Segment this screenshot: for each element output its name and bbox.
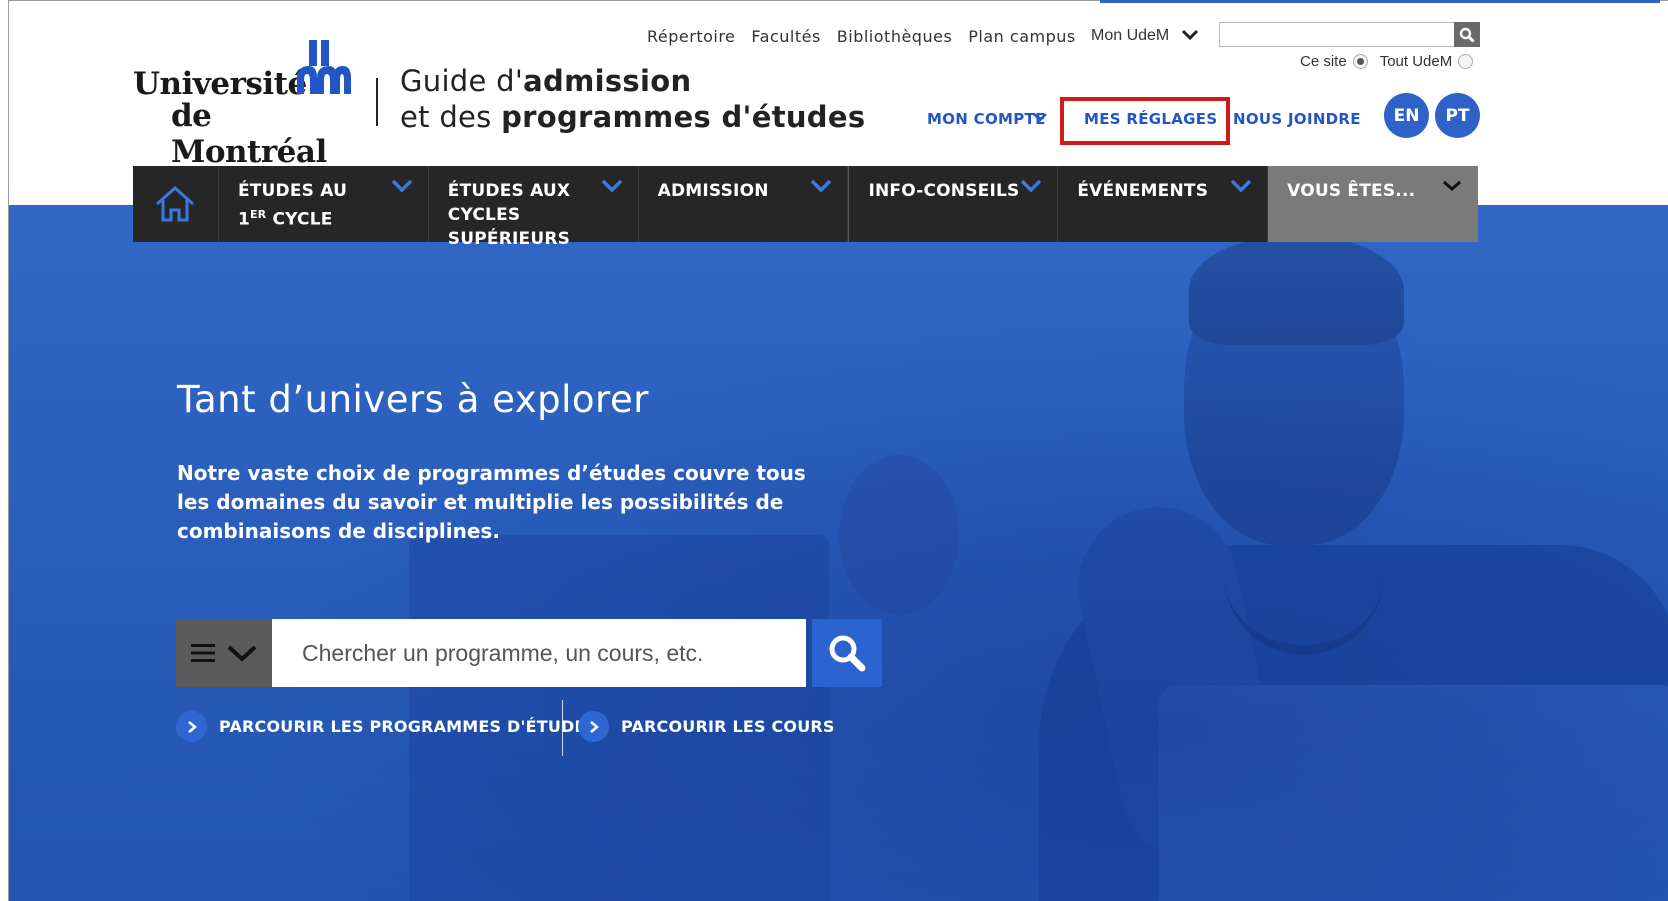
nav-label-sup: ER xyxy=(249,208,267,221)
link-facultes[interactable]: Facultés xyxy=(751,27,820,46)
browse-programs-link[interactable]: PARCOURIR LES PROGRAMMES D'ÉTUDES xyxy=(176,711,597,742)
site-title-part: Guide d' xyxy=(400,64,524,98)
chevron-down-icon xyxy=(227,645,257,662)
top-accent-strip xyxy=(1100,0,1660,3)
udem-logo[interactable]: Université de Montréal xyxy=(133,38,363,170)
nav-label: 1ER CYCLE xyxy=(238,203,428,232)
search-scope: Ce site Tout UdeM xyxy=(1300,53,1474,70)
udem-emblem-icon xyxy=(297,40,351,94)
chevron-down-icon xyxy=(601,179,622,193)
hero-description: Notre vaste choix de programmes d’études… xyxy=(177,461,806,543)
search-filter-menu-button[interactable] xyxy=(176,619,272,687)
mon-udem-menu[interactable]: Mon UdeM xyxy=(1091,27,1169,45)
chevron-down-icon xyxy=(1443,180,1461,191)
logo-line2: de Montréal xyxy=(171,98,327,170)
link-bibliotheques[interactable]: Bibliothèques xyxy=(837,27,953,46)
home-button[interactable] xyxy=(133,166,219,242)
home-icon xyxy=(156,185,195,222)
chevron-down-icon xyxy=(811,179,832,193)
nav-etudes-cycles-superieurs[interactable]: ÉTUDES AUX CYCLES SUPÉRIEURS xyxy=(429,166,639,249)
chevron-right-icon xyxy=(176,711,207,742)
logo-line1: Université xyxy=(133,66,307,102)
chevron-down-icon xyxy=(391,179,413,193)
scope-radio-udem[interactable] xyxy=(1458,54,1474,69)
program-search-input[interactable] xyxy=(272,619,806,687)
search-icon xyxy=(829,635,866,672)
program-search-bar xyxy=(176,619,882,687)
nav-label: CYCLES SUPÉRIEURS xyxy=(447,205,571,249)
nav-info-conseils[interactable]: INFO-CONSEILS xyxy=(848,166,1059,242)
hero-gradient xyxy=(9,205,1668,901)
browse-courses-link[interactable]: PARCOURIR LES COURS xyxy=(578,711,835,742)
site-search-button[interactable] xyxy=(1454,22,1480,47)
site-title-bold: admission xyxy=(523,64,692,98)
utility-links: Répertoire Facultés Bibliothèques Plan c… xyxy=(647,27,1076,46)
site-title[interactable]: Guide d'admission et des programmes d'ét… xyxy=(400,63,865,135)
nav-vous-etes[interactable]: VOUS ÊTES... xyxy=(1268,166,1478,242)
chevron-down-icon[interactable] xyxy=(1031,110,1049,126)
site-title-bold: programmes d'études xyxy=(501,100,866,134)
nav-etudes-1er-cycle[interactable]: ÉTUDES AU 1ER CYCLE xyxy=(219,166,429,242)
nav-label-part: 1 xyxy=(237,209,250,230)
lang-pt-button[interactable]: PT xyxy=(1435,93,1480,138)
header-separator xyxy=(376,78,378,126)
scope-radio-site[interactable] xyxy=(1352,54,1368,69)
browse-courses-label: PARCOURIR LES COURS xyxy=(621,717,835,736)
lang-en-button[interactable]: EN xyxy=(1384,93,1429,138)
scope-label-udem: Tout UdeM xyxy=(1379,53,1453,70)
chevron-down-icon xyxy=(1021,179,1042,193)
search-icon xyxy=(1459,27,1475,43)
nav-label-part: CYCLE xyxy=(266,209,333,230)
site-title-part: et des xyxy=(400,100,502,134)
mon-compte-link[interactable]: MON COMPTE xyxy=(927,110,1046,128)
nav-evenements[interactable]: ÉVÉNEMENTS xyxy=(1058,166,1269,242)
scope-label-site: Ce site xyxy=(1300,53,1347,70)
chevron-down-icon[interactable] xyxy=(1180,27,1200,43)
main-nav: ÉTUDES AU 1ER CYCLE ÉTUDES AUX CYCLES SU… xyxy=(133,166,1478,249)
program-search-button[interactable] xyxy=(812,619,882,687)
nous-joindre-link[interactable]: NOUS JOINDRE xyxy=(1233,110,1361,128)
mes-reglages-link[interactable]: MES RÉGLAGES xyxy=(1084,110,1217,128)
nav-admission[interactable]: ADMISSION xyxy=(639,166,849,242)
link-repertoire[interactable]: Répertoire xyxy=(647,27,735,46)
hero-tagline: Tant d’univers à explorer xyxy=(177,378,649,421)
chevron-down-icon xyxy=(1230,179,1252,193)
hero-banner xyxy=(9,205,1668,901)
hamburger-icon xyxy=(191,644,215,662)
link-plan-campus[interactable]: Plan campus xyxy=(968,27,1075,46)
site-search-input[interactable] xyxy=(1219,22,1455,47)
browse-separator xyxy=(562,700,563,756)
chevron-right-icon xyxy=(578,711,609,742)
browse-programs-label: PARCOURIR LES PROGRAMMES D'ÉTUDES xyxy=(219,717,598,736)
